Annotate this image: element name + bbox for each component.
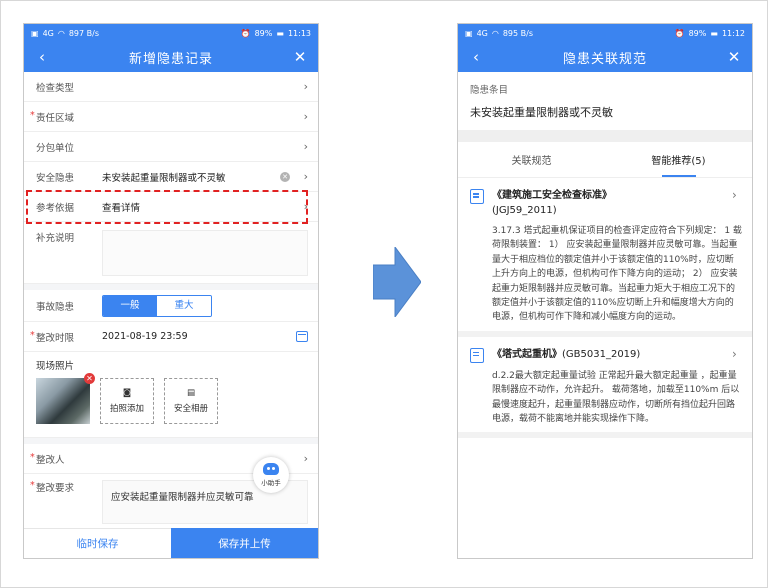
temp-save-button[interactable]: 临时保存 bbox=[24, 528, 171, 558]
chevron-right-icon: › bbox=[732, 346, 737, 361]
speed-label: 895 B/s bbox=[502, 28, 534, 38]
document-icon bbox=[470, 189, 484, 204]
chevron-right-icon: › bbox=[732, 188, 737, 202]
rectifier-label: 整改人 bbox=[30, 452, 102, 466]
nav-bar: ‹ 新增隐患记录 ✕ bbox=[24, 42, 318, 72]
take-photo-label: 拍照添加 bbox=[109, 404, 144, 414]
accident-label: 事故隐患 bbox=[36, 301, 75, 313]
norm-tabs: 关联规范 智能推荐(5) bbox=[458, 142, 752, 178]
status-bar: ▣ 4G ◠ 897 B/s ⏰ 89% ▬ 11:13 bbox=[24, 24, 318, 42]
deadline-field[interactable]: 整改时限 2021-08-19 23:59 bbox=[24, 322, 318, 352]
norm-card[interactable]: 《建筑施工安全检查标准》 (JGJ59_2011) › 3.17.3 塔式起重机… bbox=[458, 178, 752, 337]
battery-icon: ▬ bbox=[710, 28, 718, 38]
norm-code: (JGJ59_2011) bbox=[492, 205, 557, 216]
save-upload-button[interactable]: 保存并上传 bbox=[171, 528, 318, 558]
check-type-label: 检查类型 bbox=[36, 82, 75, 94]
accident-level-toggle: 一般 重大 bbox=[102, 294, 212, 317]
photos-label: 现场照片 bbox=[36, 361, 75, 372]
area-label: 责任区域 bbox=[30, 110, 102, 124]
sim-icon: ▣ bbox=[31, 28, 39, 38]
divider bbox=[458, 130, 752, 142]
norm-title: 《塔式起重机》 bbox=[492, 348, 562, 360]
album-icon: ▤ bbox=[186, 388, 196, 398]
nav-bar: ‹ 隐患关联规范 ✕ bbox=[458, 42, 752, 72]
battery-label: 89% bbox=[688, 28, 707, 38]
phone-hazard-norms: ▣ 4G ◠ 895 B/s ⏰ 89% ▬ 11:12 ‹ 隐患关联规范 ✕ … bbox=[457, 23, 753, 559]
norm-title: 《建筑施工安全检查标准》 bbox=[492, 190, 612, 201]
wifi-icon: ◠ bbox=[491, 28, 499, 38]
supplement-label: 补充说明 bbox=[36, 233, 75, 244]
safety-album-button[interactable]: ▤ 安全相册 bbox=[164, 378, 218, 424]
norm-text: d.2.2最大额定起重量试验 正常起升最大额定起重量 ，起重量限制器应不动作，允… bbox=[492, 370, 740, 425]
take-photo-button[interactable]: ◙ 拍照添加 bbox=[100, 378, 154, 424]
supplement-field: 补充说明 bbox=[24, 222, 318, 284]
page-title: 隐患关联规范 bbox=[562, 51, 647, 67]
chevron-right-icon: › bbox=[303, 200, 308, 213]
chevron-right-icon: › bbox=[303, 110, 308, 123]
network-label: 4G bbox=[42, 28, 54, 38]
assistant-button[interactable]: 小助手 bbox=[253, 457, 289, 493]
speed-label: 897 B/s bbox=[68, 28, 100, 38]
subcontractor-field[interactable]: 分包单位 › bbox=[24, 132, 318, 162]
close-icon[interactable]: ✕ bbox=[726, 48, 742, 66]
footer-actions: 临时保存 保存并上传 bbox=[24, 528, 318, 558]
page-title: 新增隐患记录 bbox=[128, 51, 213, 67]
norm-text: 3.17.3 塔式起重机保证项目的检查评定应符合下列规定： 1 载荷限制装置： … bbox=[492, 226, 742, 323]
document-icon bbox=[470, 347, 484, 363]
chevron-right-icon: › bbox=[303, 170, 308, 183]
alarm-icon: ⏰ bbox=[674, 28, 685, 38]
battery-icon: ▬ bbox=[276, 28, 284, 38]
level-major-option[interactable]: 重大 bbox=[157, 295, 211, 316]
chevron-right-icon: › bbox=[303, 452, 308, 465]
robot-icon bbox=[263, 463, 279, 475]
album-label: 安全相册 bbox=[173, 404, 208, 414]
back-icon[interactable]: ‹ bbox=[34, 48, 50, 66]
tab-related-norms[interactable]: 关联规范 bbox=[458, 142, 605, 177]
level-normal-option[interactable]: 一般 bbox=[103, 295, 157, 316]
basis-value[interactable]: 查看详情 bbox=[102, 200, 298, 214]
photo-thumbnail[interactable]: ✕ bbox=[36, 373, 95, 424]
norm-card[interactable]: 《塔式起重机》(GB5031_2019) › d.2.2最大额定起重量试验 正常… bbox=[458, 337, 752, 439]
hazard-field[interactable]: 安全隐患 未安装起重量限制器或不灵敏 ✕ › bbox=[24, 162, 318, 192]
back-icon[interactable]: ‹ bbox=[468, 48, 484, 66]
alarm-icon: ⏰ bbox=[240, 28, 251, 38]
hazard-label: 安全隐患 bbox=[36, 172, 75, 184]
assistant-label: 小助手 bbox=[261, 479, 281, 487]
status-bar: ▣ 4G ◠ 895 B/s ⏰ 89% ▬ 11:12 bbox=[458, 24, 752, 42]
photos-section: 现场照片 ✕ ◙ 拍照添加 ▤ 安全相册 bbox=[24, 352, 318, 438]
norm-list: 《建筑施工安全检查标准》 (JGJ59_2011) › 3.17.3 塔式起重机… bbox=[458, 178, 752, 558]
basis-label: 参考依据 bbox=[36, 202, 75, 214]
screenshot-canvas: ▣ 4G ◠ 897 B/s ⏰ 89% ▬ 11:13 ‹ 新增隐患记录 ✕ … bbox=[0, 0, 768, 588]
deadline-value: 2021-08-19 23:59 bbox=[102, 331, 188, 342]
arrow-right-icon bbox=[373, 247, 421, 317]
area-field[interactable]: 责任区域 › bbox=[24, 102, 318, 132]
wifi-icon: ◠ bbox=[57, 28, 65, 38]
tab-smart-recommend[interactable]: 智能推荐(5) bbox=[605, 142, 752, 177]
requirement-label: 整改要求 bbox=[30, 480, 102, 530]
delete-photo-icon[interactable]: ✕ bbox=[84, 373, 95, 384]
hazard-item-text: 未安装起重量限制器或不灵敏 bbox=[470, 106, 613, 119]
hazard-value: 未安装起重量限制器或不灵敏 bbox=[102, 172, 226, 184]
clear-icon[interactable]: ✕ bbox=[280, 171, 290, 182]
deadline-label: 整改时限 bbox=[30, 330, 102, 344]
sim-icon: ▣ bbox=[465, 28, 473, 38]
calendar-icon[interactable] bbox=[296, 331, 308, 342]
clock-label: 11:12 bbox=[721, 28, 745, 38]
norm-code: (GB5031_2019) bbox=[562, 348, 641, 360]
chevron-right-icon: › bbox=[303, 140, 308, 153]
supplement-textarea[interactable] bbox=[102, 230, 308, 276]
network-label: 4G bbox=[476, 28, 488, 38]
chevron-right-icon: › bbox=[303, 80, 308, 93]
battery-label: 89% bbox=[254, 28, 273, 38]
subcontractor-label: 分包单位 bbox=[36, 142, 75, 154]
close-icon[interactable]: ✕ bbox=[292, 48, 308, 66]
check-type-field[interactable]: 检查类型 › bbox=[24, 72, 318, 102]
hazard-item-label: 隐患条目 bbox=[470, 85, 509, 96]
clock-label: 11:13 bbox=[287, 28, 311, 38]
accident-field: 事故隐患 一般 重大 bbox=[24, 290, 318, 322]
hazard-item-section: 隐患条目 未安装起重量限制器或不灵敏 bbox=[458, 72, 752, 130]
camera-icon: ◙ bbox=[122, 388, 132, 398]
basis-field[interactable]: 参考依据 查看详情 › bbox=[24, 192, 318, 222]
